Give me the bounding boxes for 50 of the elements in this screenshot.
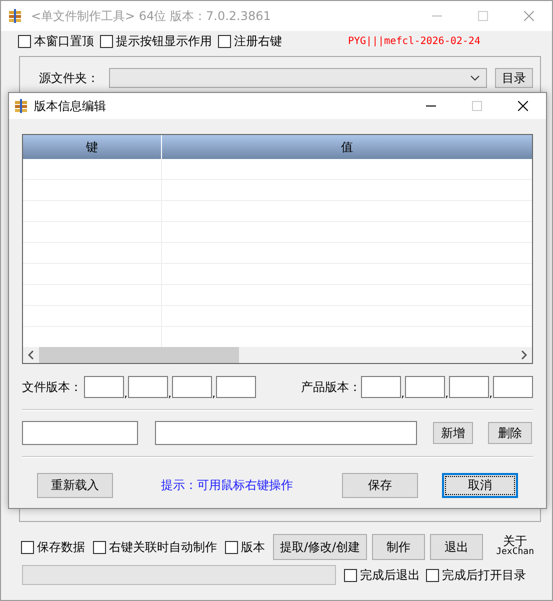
version-field[interactable] — [361, 376, 401, 398]
reload-button[interactable]: 重新载入 — [37, 473, 113, 498]
version-separator: , — [489, 390, 493, 398]
about-link[interactable]: 关于 JexChan — [496, 536, 534, 558]
horizontal-scrollbar[interactable] — [23, 347, 532, 363]
version-separator: , — [212, 390, 216, 398]
version-field[interactable] — [449, 376, 489, 398]
browse-button[interactable]: 目录 — [495, 68, 533, 88]
action-button[interactable]: 退出 — [430, 534, 484, 560]
source-folder-label: 源文件夹： — [39, 70, 99, 86]
value-field[interactable] — [155, 421, 417, 445]
option-checkbox[interactable]: 保存数据 — [21, 538, 85, 556]
option-checkbox[interactable]: 右键关联时自动制作 — [93, 538, 217, 556]
version-field[interactable] — [405, 376, 445, 398]
action-button[interactable]: 提取/修改/创建 — [273, 534, 368, 560]
scroll-left-icon[interactable] — [28, 350, 34, 360]
close-icon[interactable] — [518, 101, 528, 111]
action-button[interactable]: 制作 — [372, 534, 426, 560]
version-field[interactable] — [216, 376, 256, 398]
option-checkbox[interactable]: 版本 — [225, 538, 265, 556]
option-checkbox[interactable]: 本窗口置顶 — [18, 32, 94, 50]
dialog-title: 版本信息编辑 — [34, 98, 106, 114]
delete-button[interactable]: 删除 — [488, 422, 532, 444]
hint-text: 提示：可用鼠标右键操作 — [161, 477, 293, 494]
app-icon — [7, 8, 23, 24]
option-checkbox[interactable]: 注册右键 — [218, 32, 282, 50]
add-button[interactable]: 新增 — [433, 422, 473, 444]
version-separator: , — [124, 390, 128, 398]
option-checkbox[interactable]: 提示按钮显示作用 — [100, 32, 212, 50]
key-field[interactable] — [22, 421, 138, 445]
chevron-down-icon[interactable] — [470, 75, 480, 81]
option-checkbox[interactable]: 完成后打开目录 — [426, 566, 526, 584]
app-icon — [13, 98, 29, 114]
column-header[interactable]: 值 — [162, 135, 532, 159]
version-field[interactable] — [128, 376, 168, 398]
product-version-label: 产品版本： — [301, 378, 361, 396]
file-version-label: 文件版本： — [22, 378, 82, 396]
column-header[interactable]: 键 — [23, 135, 162, 159]
scroll-right-icon[interactable] — [521, 350, 527, 360]
save-button[interactable]: 保存 — [342, 473, 418, 498]
option-checkbox[interactable]: 完成后退出 — [344, 566, 420, 584]
version-separator: , — [445, 390, 449, 398]
version-field[interactable] — [172, 376, 212, 398]
cancel-button[interactable]: 取消 — [442, 473, 518, 498]
version-field[interactable] — [84, 376, 124, 398]
window-title: <单文件制作工具> 64位 版本：7.0.2.3861 — [31, 8, 271, 24]
registration-text: PYG|||mefcl-2026-02-24 — [348, 36, 480, 46]
version-separator: , — [401, 390, 405, 398]
version-field[interactable] — [493, 376, 533, 398]
version-separator: , — [168, 390, 172, 398]
